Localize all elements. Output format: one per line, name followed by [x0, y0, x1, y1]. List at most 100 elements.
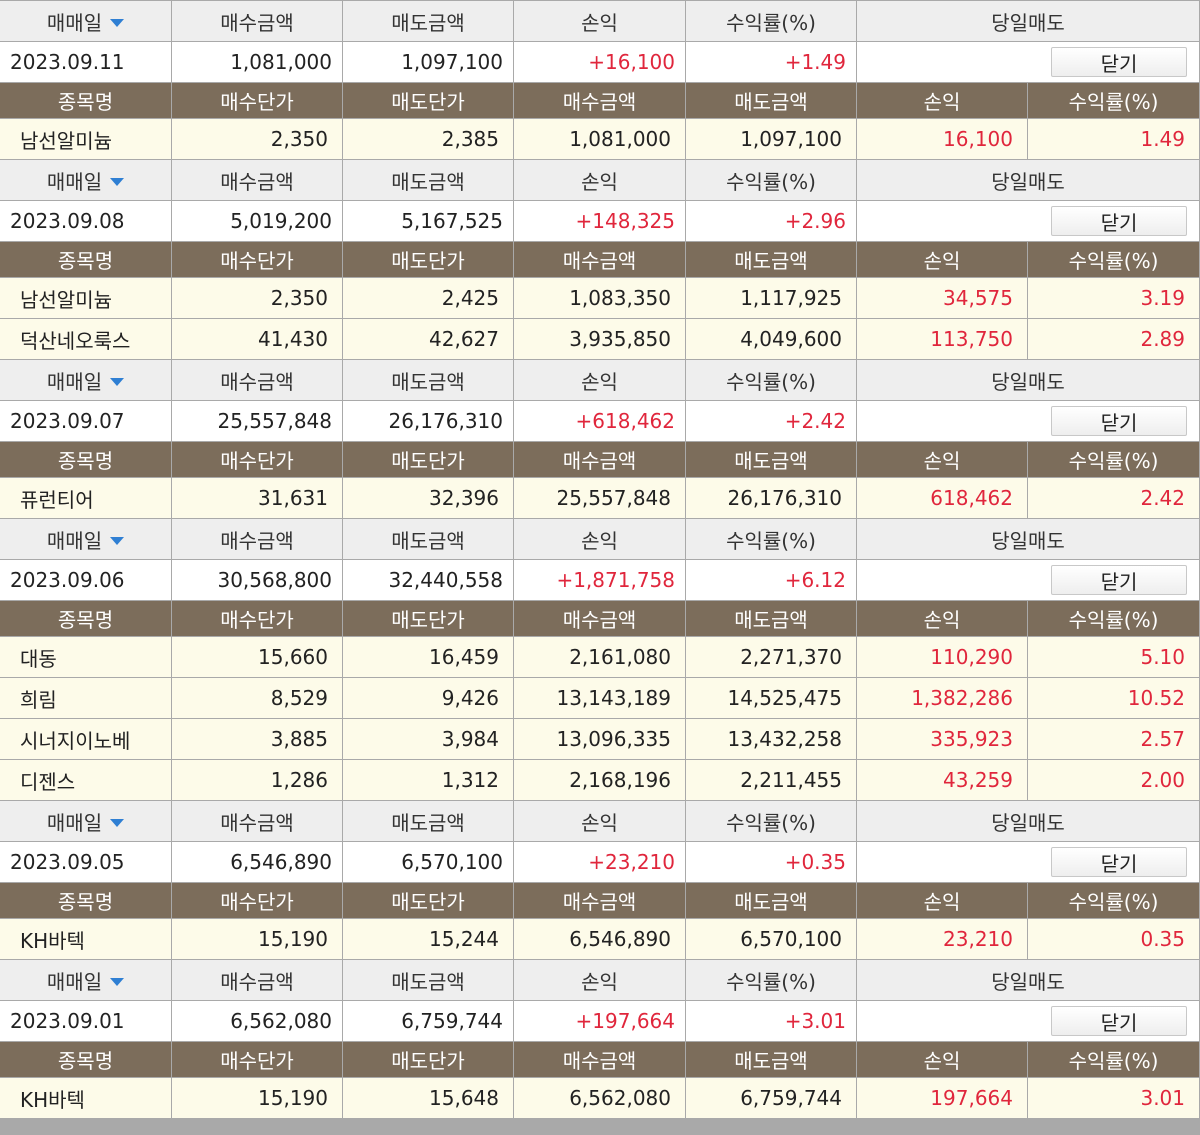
sort-down-arrow-icon[interactable] [110, 818, 125, 827]
trade-date-value: 2023.09.01 [0, 1001, 171, 1041]
sell-amount-header: 매도금액 [343, 801, 513, 841]
stock-name[interactable]: KH바텍 [0, 919, 171, 959]
profit-rate: 10.52 [1028, 678, 1199, 718]
detail-buy-amount-header: 매수금액 [514, 83, 685, 118]
profit-header: 손익 [514, 960, 685, 1000]
trade-grid: 매매일 매수금액 매도금액 손익 수익률(%) 당일매도 2023.09.11 1,081,0… [0, 0, 1199, 1119]
sell-amount-header: 매도금액 [343, 1, 513, 41]
buy-price-header: 매수단가 [172, 442, 342, 477]
close-button[interactable]: 닫기 [1051, 847, 1187, 877]
trade-date-header[interactable]: 매매일 [0, 360, 171, 400]
close-button[interactable]: 닫기 [1051, 565, 1187, 595]
profit-rate: 3.01 [1028, 1078, 1199, 1118]
stock-name[interactable]: 시너지이노베 [0, 719, 171, 759]
stock-name[interactable]: 희림 [0, 678, 171, 718]
profit-rate: 1.49 [1028, 119, 1199, 159]
same-day-sell-header: 당일매도 [857, 160, 1199, 200]
sell-amount-header: 매도금액 [343, 160, 513, 200]
trade-date-label: 매매일 [46, 10, 103, 35]
close-button[interactable]: 닫기 [1051, 47, 1187, 77]
sort-down-arrow-icon[interactable] [110, 177, 125, 186]
trade-date-header[interactable]: 매매일 [0, 1, 171, 41]
sell-amount: 2,211,455 [686, 760, 856, 800]
sell-amount: 2,271,370 [686, 637, 856, 677]
sell-amount-value: 32,440,558 [343, 560, 513, 600]
trade-date-value: 2023.09.11 [0, 42, 171, 82]
buy-price: 2,350 [172, 119, 342, 159]
sell-price: 42,627 [343, 319, 513, 359]
close-button[interactable]: 닫기 [1051, 406, 1187, 436]
trade-date-value: 2023.09.08 [0, 201, 171, 241]
close-button-cell: 닫기 [857, 401, 1199, 441]
stock-name[interactable]: 퓨런티어 [0, 478, 171, 518]
sell-amount-value: 6,570,100 [343, 842, 513, 882]
profit: 43,259 [857, 760, 1027, 800]
buy-amount-header: 매수금액 [172, 801, 342, 841]
buy-amount-value: 5,019,200 [172, 201, 342, 241]
buy-amount: 6,546,890 [514, 919, 685, 959]
detail-sell-amount-header: 매도금액 [686, 1042, 856, 1077]
sell-price-header: 매도단가 [343, 83, 513, 118]
profit-header: 손익 [514, 360, 685, 400]
detail-buy-amount-header: 매수금액 [514, 442, 685, 477]
stock-name-header: 종목명 [0, 442, 171, 477]
sell-amount: 4,049,600 [686, 319, 856, 359]
detail-sell-amount-header: 매도금액 [686, 883, 856, 918]
profit: 618,462 [857, 478, 1027, 518]
sort-down-arrow-icon[interactable] [110, 377, 125, 386]
sell-price-header: 매도단가 [343, 1042, 513, 1077]
trade-date-value: 2023.09.07 [0, 401, 171, 441]
stock-name[interactable]: 대동 [0, 637, 171, 677]
buy-amount-header: 매수금액 [172, 160, 342, 200]
trade-date-header[interactable]: 매매일 [0, 519, 171, 559]
detail-profit-header: 손익 [857, 242, 1027, 277]
sell-price: 3,984 [343, 719, 513, 759]
stock-name[interactable]: 남선알미늄 [0, 278, 171, 318]
trade-date-label: 매매일 [46, 810, 103, 835]
buy-amount: 1,083,350 [514, 278, 685, 318]
same-day-sell-header: 당일매도 [857, 1, 1199, 41]
profit: 34,575 [857, 278, 1027, 318]
close-button[interactable]: 닫기 [1051, 206, 1187, 236]
buy-amount-header: 매수금액 [172, 360, 342, 400]
stock-name-header: 종목명 [0, 83, 171, 118]
stock-name[interactable]: 디젠스 [0, 760, 171, 800]
stock-name[interactable]: 남선알미늄 [0, 119, 171, 159]
rate-header: 수익률(%) [686, 519, 856, 559]
buy-amount-header: 매수금액 [172, 960, 342, 1000]
stock-name[interactable]: 덕산네오룩스 [0, 319, 171, 359]
buy-amount: 3,935,850 [514, 319, 685, 359]
sell-price-header: 매도단가 [343, 601, 513, 636]
buy-price: 15,190 [172, 919, 342, 959]
trade-date-header[interactable]: 매매일 [0, 160, 171, 200]
sort-down-arrow-icon[interactable] [110, 536, 125, 545]
sort-down-arrow-icon[interactable] [110, 977, 125, 986]
buy-price-header: 매수단가 [172, 883, 342, 918]
profit-value: +16,100 [514, 42, 685, 82]
detail-sell-amount-header: 매도금액 [686, 442, 856, 477]
buy-price-header: 매수단가 [172, 83, 342, 118]
profit-value: +23,210 [514, 842, 685, 882]
buy-price: 1,286 [172, 760, 342, 800]
same-day-sell-header: 당일매도 [857, 960, 1199, 1000]
detail-buy-amount-header: 매수금액 [514, 1042, 685, 1077]
same-day-sell-header: 당일매도 [857, 801, 1199, 841]
profit-value: +1,871,758 [514, 560, 685, 600]
close-button[interactable]: 닫기 [1051, 1006, 1187, 1036]
trade-date-header[interactable]: 매매일 [0, 960, 171, 1000]
rate-value: +1.49 [686, 42, 856, 82]
sort-down-arrow-icon[interactable] [110, 18, 125, 27]
profit-header: 손익 [514, 1, 685, 41]
sell-price: 9,426 [343, 678, 513, 718]
sell-amount: 1,097,100 [686, 119, 856, 159]
detail-profit-header: 손익 [857, 442, 1027, 477]
buy-price: 15,660 [172, 637, 342, 677]
stock-name[interactable]: KH바텍 [0, 1078, 171, 1118]
buy-price-header: 매수단가 [172, 601, 342, 636]
trade-date-header[interactable]: 매매일 [0, 801, 171, 841]
buy-amount-value: 6,546,890 [172, 842, 342, 882]
detail-rate-header: 수익률(%) [1028, 242, 1199, 277]
same-day-sell-header: 당일매도 [857, 360, 1199, 400]
buy-amount-header: 매수금액 [172, 1, 342, 41]
buy-amount: 25,557,848 [514, 478, 685, 518]
